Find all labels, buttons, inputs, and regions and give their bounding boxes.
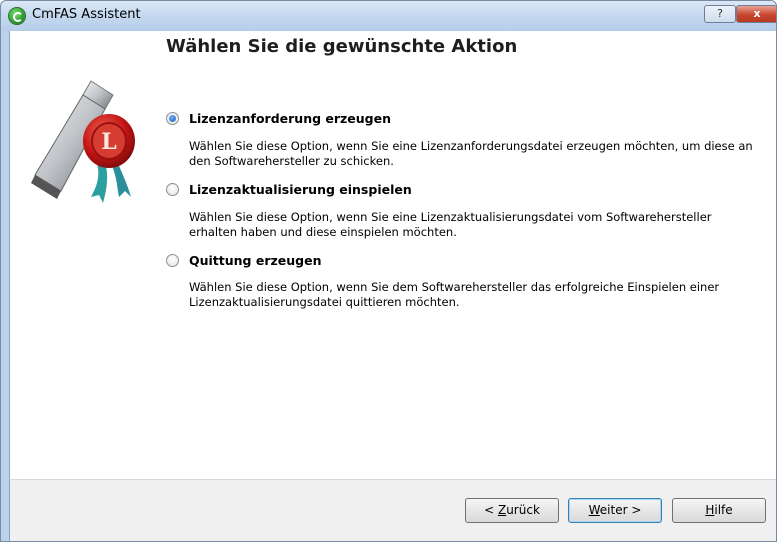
help-button[interactable]: Hilfe: [672, 498, 766, 523]
title-bar[interactable]: CmFAS Assistent ? x: [1, 1, 776, 31]
next-button-label: eiter >: [599, 503, 642, 517]
next-button-accesskey: W: [588, 503, 600, 517]
window-title: CmFAS Assistent: [32, 7, 141, 22]
option-label-lizenzanforderung[interactable]: Lizenzanforderung erzeugen: [189, 111, 391, 126]
back-button[interactable]: < Zurück: [465, 498, 559, 523]
back-button-label: urück: [506, 503, 540, 517]
svg-text:L: L: [101, 129, 116, 155]
radio-quittung[interactable]: [166, 254, 179, 267]
button-bar: < Zurück Weiter > Hilfe: [9, 479, 776, 541]
back-button-prefix: <: [484, 503, 498, 517]
radio-lizenzaktualisierung[interactable]: [166, 183, 179, 196]
option-label-lizenzaktualisierung[interactable]: Lizenzaktualisierung einspielen: [189, 182, 412, 197]
radio-lizenzanforderung[interactable]: [166, 112, 179, 125]
help-title-button[interactable]: ?: [704, 5, 736, 23]
option-desc-quittung: Wählen Sie diese Option, wenn Sie dem So…: [189, 280, 720, 309]
option-desc-lizenzaktualisierung: Wählen Sie diese Option, wenn Sie eine L…: [189, 210, 712, 239]
option-label-quittung[interactable]: Quittung erzeugen: [189, 253, 321, 268]
codemeter-icon: [9, 8, 25, 24]
close-button[interactable]: x: [736, 5, 776, 23]
wizard-window: CmFAS Assistent ? x L Wählen Sie die gew…: [0, 0, 777, 542]
back-button-accesskey: Z: [497, 503, 507, 517]
page-heading: Wählen Sie die gewünschte Aktion: [166, 36, 518, 57]
option-desc-lizenzanforderung: Wählen Sie diese Option, wenn Sie eine L…: [189, 139, 753, 168]
next-button[interactable]: Weiter >: [568, 498, 662, 523]
help-button-label: ilfe: [714, 503, 733, 517]
license-dongle-seal-icon: L: [31, 80, 135, 203]
